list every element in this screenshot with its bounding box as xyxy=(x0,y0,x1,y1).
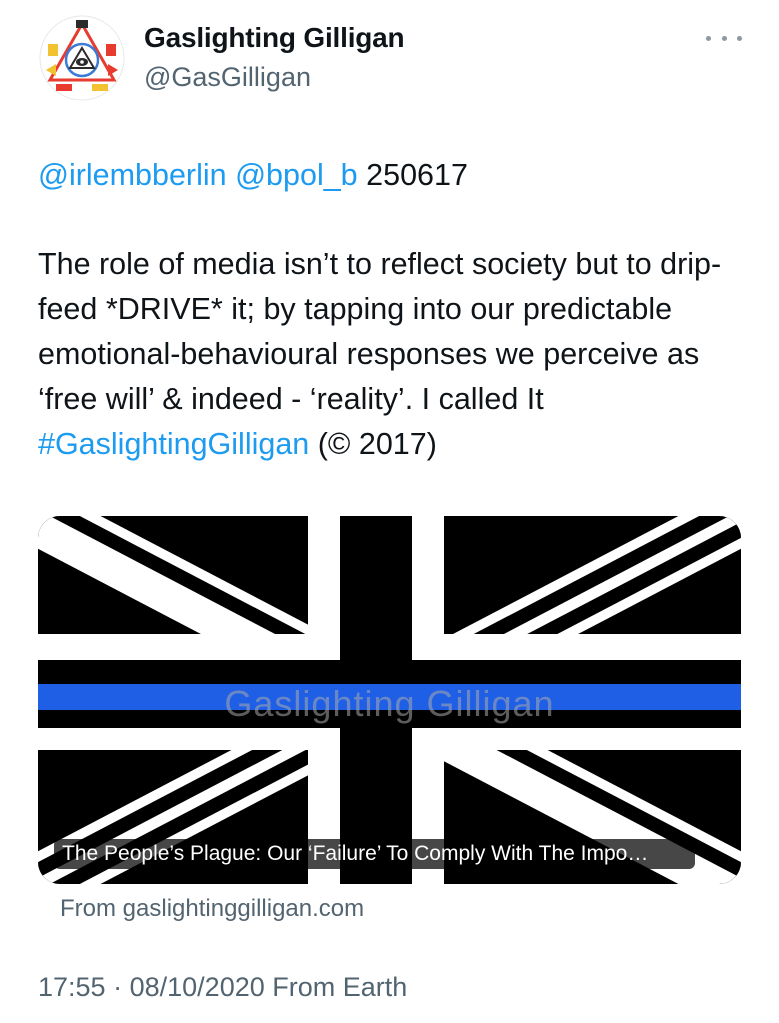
avatar[interactable] xyxy=(38,14,126,102)
tweet-body: The role of media isn’t to reflect socie… xyxy=(38,242,748,467)
meta-separator: · xyxy=(113,972,123,1002)
more-horizontal-icon xyxy=(706,35,711,41)
user-handle[interactable]: @GasGilligan xyxy=(144,62,311,93)
card-domain[interactable]: From gaslightinggilligan.com xyxy=(60,895,364,923)
image-watermark: Gaslighting Gilligan xyxy=(224,683,555,724)
display-name[interactable]: Gaslighting Gilligan xyxy=(144,22,405,54)
tweet-body-text-end: (© 2017) xyxy=(309,427,437,461)
tweet-metadata: 17:55 · 08/10/2020 From Earth xyxy=(38,972,407,1003)
mention-link[interactable]: @irlembberlin xyxy=(38,158,227,192)
more-options-button[interactable] xyxy=(706,26,742,50)
tweet: Gaslighting Gilligan @GasGilligan @irlem… xyxy=(0,0,779,1023)
tweet-time[interactable]: 17:55 xyxy=(38,972,106,1002)
more-horizontal-icon xyxy=(721,35,727,41)
mention-link[interactable]: @bpol_b xyxy=(235,158,358,192)
hashtag-link[interactable]: #GaslightingGilligan xyxy=(38,427,309,461)
more-horizontal-icon xyxy=(737,35,742,41)
mentions-line: @irlembberlin @bpol_b 250617 xyxy=(38,153,748,198)
tweet-body-text: The role of media isn’t to reflect socie… xyxy=(38,247,722,416)
card-title[interactable]: The People’s Plague: Our ‘Failure’ To Co… xyxy=(54,839,695,869)
gaslighting-gilligan-logo-icon xyxy=(39,15,125,101)
link-preview-card[interactable]: Gaslighting Gilligan The People’s Plague… xyxy=(38,516,741,884)
tweet-date[interactable]: 08/10/2020 xyxy=(130,972,265,1002)
reference-code: 250617 xyxy=(366,158,468,192)
tweet-source: From Earth xyxy=(272,972,408,1002)
tweet-text: @irlembberlin @bpol_b 250617 The role of… xyxy=(38,153,748,467)
